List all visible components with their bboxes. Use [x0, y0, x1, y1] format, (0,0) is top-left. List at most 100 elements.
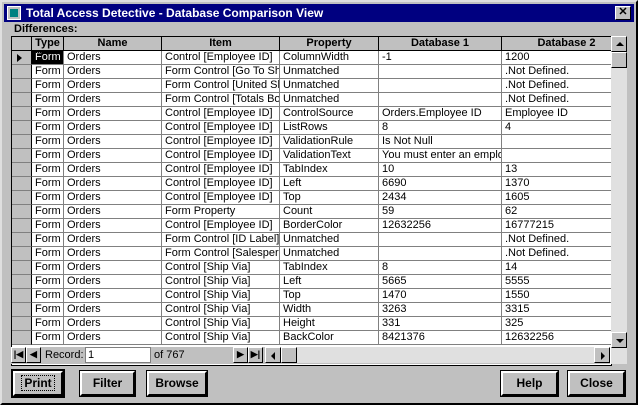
cell-database-1[interactable]: You must enter an emplo — [379, 149, 502, 163]
cell-item[interactable]: Form Control [ID Label] — [162, 233, 280, 247]
cell-type[interactable]: Form — [32, 289, 64, 303]
cell-database-1[interactable]: 1470 — [379, 289, 502, 303]
cell-property[interactable]: Top — [280, 289, 379, 303]
cell-name[interactable]: Orders — [64, 177, 162, 191]
cell-database-2[interactable]: Employee ID — [502, 107, 611, 121]
cell-database-1[interactable]: 10 — [379, 163, 502, 177]
cell-database-2[interactable]: 325 — [502, 317, 611, 331]
row-selector[interactable] — [12, 317, 32, 331]
cell-database-1[interactable] — [379, 93, 502, 107]
cell-item[interactable]: Form Control [Salespers — [162, 247, 280, 261]
cell-property[interactable]: ControlSource — [280, 107, 379, 121]
cell-property[interactable]: Count — [280, 205, 379, 219]
scroll-up-button[interactable] — [611, 36, 627, 52]
cell-database-1[interactable]: Is Not Null — [379, 135, 502, 149]
cell-item[interactable]: Control [Ship Via] — [162, 317, 280, 331]
cell-database-1[interactable]: 6690 — [379, 177, 502, 191]
cell-database-1[interactable]: 12632256 — [379, 219, 502, 233]
cell-item[interactable]: Control [Employee ID] — [162, 149, 280, 163]
table-row[interactable]: Form Orders Control [Employee ID] BorderCol… — [12, 219, 611, 233]
cell-item[interactable]: Control [Employee ID] — [162, 121, 280, 135]
cell-name[interactable]: Orders — [64, 65, 162, 79]
cell-item[interactable]: Control [Employee ID] — [162, 163, 280, 177]
cell-type[interactable]: Form — [32, 121, 64, 135]
row-selector[interactable] — [12, 149, 32, 163]
cell-property[interactable]: ListRows — [280, 121, 379, 135]
cell-property[interactable]: BorderColor — [280, 219, 379, 233]
cell-database-1[interactable]: 59 — [379, 205, 502, 219]
cell-database-2[interactable] — [502, 135, 611, 149]
table-row[interactable]: Form Orders Control [Employee ID] Top 2434 16… — [12, 191, 611, 205]
row-selector[interactable] — [12, 93, 32, 107]
table-row[interactable]: Form Orders Form Control [ID Label] Unmatch… — [12, 233, 611, 247]
cell-property[interactable]: Height — [280, 317, 379, 331]
column-header-database-2[interactable]: Database 2 — [502, 37, 611, 51]
cell-database-2[interactable]: .Not Defined. — [502, 65, 611, 79]
cell-name[interactable]: Orders — [64, 107, 162, 121]
cell-database-2[interactable]: 4 — [502, 121, 611, 135]
current-record-field[interactable]: 1 — [85, 347, 151, 363]
cell-item[interactable]: Form Property — [162, 205, 280, 219]
cell-property[interactable]: Unmatched — [280, 233, 379, 247]
cell-property[interactable]: Left — [280, 177, 379, 191]
cell-database-2[interactable]: 1550 — [502, 289, 611, 303]
row-selector[interactable] — [12, 121, 32, 135]
close-window-button[interactable]: ✕ — [615, 6, 631, 20]
cell-database-1[interactable]: 8421376 — [379, 331, 502, 345]
row-selector[interactable] — [12, 205, 32, 219]
cell-name[interactable]: Orders — [64, 219, 162, 233]
row-selector[interactable] — [12, 107, 32, 121]
row-selector[interactable] — [12, 289, 32, 303]
row-selector[interactable] — [12, 261, 32, 275]
row-selector[interactable] — [12, 191, 32, 205]
cell-item[interactable]: Form Control [United Shi — [162, 79, 280, 93]
cell-database-1[interactable] — [379, 79, 502, 93]
close-button[interactable]: Close — [568, 371, 625, 396]
cell-item[interactable]: Control [Ship Via] — [162, 261, 280, 275]
cell-property[interactable]: ValidationText — [280, 149, 379, 163]
cell-property[interactable]: Unmatched — [280, 79, 379, 93]
cell-name[interactable]: Orders — [64, 275, 162, 289]
cell-name[interactable]: Orders — [64, 121, 162, 135]
cell-database-1[interactable]: 5665 — [379, 275, 502, 289]
column-header-type[interactable]: Type — [32, 37, 64, 51]
row-selector[interactable] — [12, 79, 32, 93]
cell-item[interactable]: Control [Employee ID] — [162, 51, 280, 65]
row-selector[interactable] — [12, 233, 32, 247]
cell-type[interactable]: Form — [32, 163, 64, 177]
row-selector[interactable] — [12, 65, 32, 79]
cell-name[interactable]: Orders — [64, 93, 162, 107]
table-row[interactable]: Form Orders Control [Employee ID] ListRows 8… — [12, 121, 611, 135]
cell-database-2[interactable]: .Not Defined. — [502, 93, 611, 107]
last-record-button[interactable]: ▶| — [248, 347, 263, 363]
cell-type[interactable]: Form — [32, 107, 64, 121]
column-header-database-1[interactable]: Database 1 — [379, 37, 502, 51]
cell-database-2[interactable]: 12632256 — [502, 331, 611, 345]
cell-name[interactable]: Orders — [64, 261, 162, 275]
grid-corner[interactable] — [12, 37, 32, 51]
cell-type[interactable]: Form — [32, 135, 64, 149]
cell-item[interactable]: Control [Employee ID] — [162, 135, 280, 149]
table-row[interactable]: Form Orders Control [Ship Via] TabIndex 8 14 — [12, 261, 611, 275]
vertical-scroll-thumb[interactable] — [611, 52, 627, 68]
cell-database-2[interactable] — [502, 149, 611, 163]
cell-database-1[interactable] — [379, 247, 502, 261]
table-row[interactable]: Form Orders Control [Employee ID] ControlSo… — [12, 107, 611, 121]
cell-item[interactable]: Control [Ship Via] — [162, 289, 280, 303]
cell-database-1[interactable]: 331 — [379, 317, 502, 331]
cell-item[interactable]: Control [Ship Via] — [162, 303, 280, 317]
row-selector[interactable] — [12, 219, 32, 233]
cell-property[interactable]: TabIndex — [280, 163, 379, 177]
next-record-button[interactable]: ▶ — [233, 347, 248, 363]
horizontal-scroll-thumb[interactable] — [281, 347, 297, 363]
cell-database-2[interactable]: 1370 — [502, 177, 611, 191]
cell-database-2[interactable]: 13 — [502, 163, 611, 177]
filter-button[interactable]: Filter — [80, 371, 135, 396]
cell-type[interactable]: Form — [32, 331, 64, 345]
table-row[interactable]: Form Orders Form Property Count 59 62 — [12, 205, 611, 219]
cell-type[interactable]: Form — [32, 303, 64, 317]
horizontal-scrollbar[interactable] — [265, 347, 610, 363]
cell-name[interactable]: Orders — [64, 247, 162, 261]
first-record-button[interactable]: |◀ — [11, 347, 26, 363]
cell-type[interactable]: Form — [32, 233, 64, 247]
